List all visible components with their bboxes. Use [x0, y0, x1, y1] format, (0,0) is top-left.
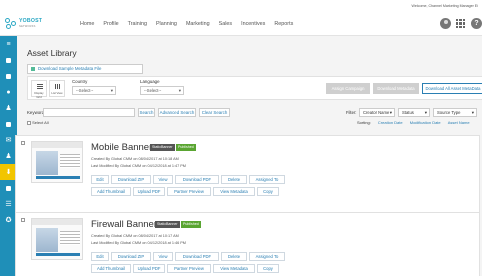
sort-row: Select All Sorting: Creation Date Modifi…: [27, 120, 482, 128]
download-zip-button[interactable]: Download ZIP: [111, 252, 151, 261]
asset-checkbox[interactable]: [21, 141, 25, 145]
nav-home[interactable]: Home: [80, 21, 94, 27]
copy-button[interactable]: Copy: [257, 264, 279, 273]
nav-sales[interactable]: Sales: [219, 21, 233, 27]
asset-checkbox[interactable]: [21, 218, 25, 222]
keyword-label: Keyword: [27, 110, 45, 115]
clear-search-button[interactable]: Clear Search: [199, 108, 230, 117]
sort-asset-name-link[interactable]: Asset Name: [448, 120, 470, 125]
main-nav: Home Profile Training Planning Marketing…: [80, 21, 293, 27]
add-thumbnail-button[interactable]: Add Thumbnail: [91, 187, 131, 196]
asset-card: Firewall Banner StaticBanner Published C…: [15, 212, 480, 276]
assign-campaign-button[interactable]: Assign Campaign: [326, 83, 370, 94]
logo-text-line1: YOBOST: [19, 17, 43, 24]
help-icon[interactable]: ?: [471, 18, 482, 29]
download-zip-button[interactable]: Download ZIP: [111, 175, 151, 184]
asset-created-text: Created By Global CMM on 08/04/2017 at 1…: [91, 157, 179, 161]
source-type-select[interactable]: Source Type: [433, 108, 477, 117]
logo-text-line2: NETWORKS: [19, 24, 36, 28]
asset-title[interactable]: Firewall Banner: [91, 219, 157, 230]
country-select[interactable]: --Select--: [72, 86, 116, 95]
language-select[interactable]: --Select--: [140, 86, 184, 95]
status-select[interactable]: Status: [398, 108, 430, 117]
upload-pdf-button[interactable]: Upload PDF: [133, 264, 165, 273]
logo-icon: [5, 17, 17, 30]
nav-profile[interactable]: Profile: [103, 21, 118, 27]
user-avatar-icon[interactable]: [440, 18, 451, 29]
nav-incentives[interactable]: Incentives: [241, 21, 265, 27]
sidebar-menu-icon[interactable]: ≡: [0, 36, 17, 52]
add-thumbnail-button[interactable]: Add Thumbnail: [91, 264, 131, 273]
assigned-to-button[interactable]: Assigned To: [249, 252, 285, 261]
download-pdf-button[interactable]: Download PDF: [175, 175, 219, 184]
view-button[interactable]: View: [153, 175, 173, 184]
asset-thumbnail[interactable]: [31, 218, 83, 260]
view-metadata-button[interactable]: View Metadata: [213, 264, 255, 273]
download-pdf-button[interactable]: Download PDF: [175, 252, 219, 261]
asset-type-badge: StaticBanner: [150, 144, 175, 151]
logo[interactable]: YOBOST NETWORKS: [0, 17, 60, 30]
asset-status-badge: Published: [181, 221, 201, 228]
asset-card: Mobile Banner StaticBanner Published Cre…: [15, 135, 480, 219]
download-metadata-button[interactable]: Download Metadata: [373, 83, 419, 94]
view-metadata-button[interactable]: View Metadata: [213, 187, 255, 196]
nav-reports[interactable]: Reports: [274, 21, 293, 27]
asset-title[interactable]: Mobile Banner: [91, 142, 152, 153]
search-row: Keyword Search Advanced Search Clear Sea…: [27, 108, 482, 118]
grid-view-button[interactable]: Display Grid: [31, 80, 47, 99]
partner-preview-button[interactable]: Partner Preview: [167, 264, 211, 273]
download-sample-metadata-button[interactable]: Download Sample Metadata File: [27, 64, 143, 74]
language-label: Language: [140, 79, 160, 84]
advanced-search-button[interactable]: Advanced Search: [158, 108, 196, 117]
nav-marketing[interactable]: Marketing: [186, 21, 210, 27]
nav-planning[interactable]: Planning: [156, 21, 177, 27]
delete-button[interactable]: Delete: [221, 175, 247, 184]
copy-button[interactable]: Copy: [257, 187, 279, 196]
country-label: Country: [72, 79, 88, 84]
asset-status-badge: Published: [176, 144, 196, 151]
asset-thumbnail[interactable]: [31, 141, 83, 183]
partner-preview-button[interactable]: Partner Preview: [167, 187, 211, 196]
creator-name-select[interactable]: Creator Name: [359, 108, 395, 117]
select-all-label: Select All: [32, 120, 49, 125]
filter-label: Filter:: [346, 110, 357, 115]
sort-modification-date-link[interactable]: Modification Date: [410, 120, 441, 125]
upload-pdf-button[interactable]: Upload PDF: [133, 187, 165, 196]
sidebar-users-icon[interactable]: ♟: [0, 100, 17, 116]
sidebar-docs-icon[interactable]: [0, 68, 17, 84]
assigned-to-button[interactable]: Assigned To: [249, 175, 285, 184]
select-all-checkbox[interactable]: [27, 120, 31, 125]
sort-creation-date-link[interactable]: Creation Date: [378, 120, 403, 125]
keyword-input[interactable]: [43, 108, 135, 117]
asset-created-text: Created By Global CMM on 08/04/2017 at 1…: [91, 234, 179, 238]
edit-button[interactable]: Edit: [91, 252, 109, 261]
sidebar-settings-icon[interactable]: [0, 116, 17, 132]
top-header: YOBOST NETWORKS Home Profile Training Pl…: [0, 12, 482, 36]
delete-button[interactable]: Delete: [221, 252, 247, 261]
download-all-metadata-button[interactable]: Download All Asset MetaData: [422, 83, 482, 94]
view-button[interactable]: View: [153, 252, 173, 261]
welcome-text: Welcome, Channel Marketing Manager Ei: [411, 4, 478, 8]
asset-modified-text: Last Modified By Global CMM on 04/12/201…: [91, 241, 186, 245]
filter-bar: Display Grid List View Country --Select-…: [27, 76, 482, 100]
search-button[interactable]: Search: [138, 108, 155, 117]
asset-modified-text: Last Modified By Global CMM on 04/12/201…: [91, 164, 186, 168]
sidebar-dashboard-icon[interactable]: [0, 52, 17, 68]
nav-training[interactable]: Training: [128, 21, 147, 27]
edit-button[interactable]: Edit: [91, 175, 109, 184]
page-title: Asset Library: [27, 48, 77, 58]
sorting-label: Sorting:: [357, 120, 371, 125]
list-view-button[interactable]: List View: [49, 80, 65, 97]
asset-type-badge: StaticBanner: [155, 221, 180, 228]
sidebar-tag-icon[interactable]: ●: [0, 84, 17, 100]
apps-grid-icon[interactable]: [456, 18, 466, 29]
